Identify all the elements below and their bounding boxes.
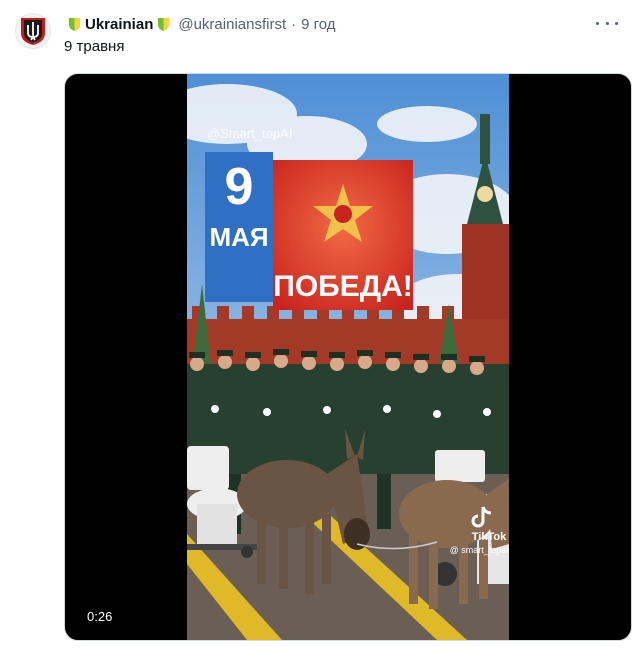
avatar[interactable] — [15, 13, 51, 49]
trident-shield-icon — [21, 18, 45, 45]
more-options-button[interactable] — [596, 14, 618, 32]
video-player[interactable]: 9 МАЯ ПОБЕДА! @Smart_topAI TikTok @ smar… — [64, 73, 632, 641]
more-dot-icon — [605, 21, 609, 25]
more-dot-icon — [596, 21, 599, 25]
display-name: Ukrainian — [85, 15, 154, 33]
video-still: 9 МАЯ ПОБЕДА! @Smart_topAI TikTok @ smar… — [187, 74, 509, 640]
victory-banner: 9 МАЯ ПОБЕДА! — [205, 152, 413, 310]
tweet-text: 9 травня — [64, 38, 125, 55]
separator-dot: · — [291, 15, 297, 33]
shield-badge-icon — [158, 17, 170, 31]
author-name[interactable]: Ukrainian — [64, 16, 174, 33]
tweet-header: Ukrainian @ukrainiansfirst · 9 год — [64, 14, 600, 34]
video-frame: 9 МАЯ ПОБЕДА! @Smart_topAI TikTok @ smar… — [187, 74, 509, 640]
banner-date-month: МАЯ — [209, 222, 268, 252]
more-dot-icon — [615, 21, 618, 25]
timestamp[interactable]: 9 год — [301, 16, 335, 33]
video-watermark: @Smart_topAI — [207, 126, 292, 141]
tiktok-username: @ smart_topai — [450, 545, 509, 555]
banner-slogan: ПОБЕДА! — [273, 270, 413, 303]
banner-date-number: 9 — [225, 158, 254, 216]
video-duration: 0:26 — [83, 607, 117, 626]
tiktok-label: TikTok — [472, 531, 507, 543]
author-handle[interactable]: @ukrainiansfirst — [178, 16, 286, 33]
shield-badge-icon — [68, 17, 81, 31]
